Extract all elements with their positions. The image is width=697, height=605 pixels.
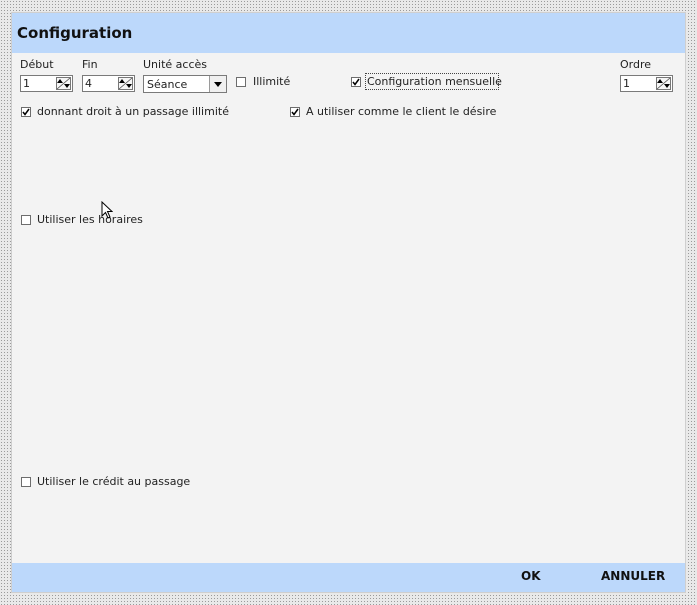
utiliser-horaires-label: Utiliser les horaires <box>37 213 143 226</box>
configuration-dialog: Configuration Début 1 Fin 4 Unité accès … <box>11 12 686 593</box>
ordre-spin-button[interactable] <box>656 77 671 90</box>
checkmark-icon <box>291 108 299 116</box>
utiliser-horaires-checkbox[interactable] <box>21 215 31 225</box>
utiliser-credit-checkbox[interactable] <box>21 477 31 487</box>
dialog-title: Configuration <box>17 24 133 42</box>
ordre-spinner[interactable]: 1 <box>620 75 673 92</box>
illimite-checkbox[interactable] <box>236 77 246 87</box>
utiliser-client-checkbox[interactable] <box>290 107 300 117</box>
ordre-label: Ordre <box>620 58 652 71</box>
debut-spinner[interactable]: 1 <box>20 75 73 92</box>
utiliser-client-label: A utiliser comme le client le désire <box>306 105 497 118</box>
unite-acces-label: Unité accès <box>143 58 207 71</box>
debut-spin-button[interactable] <box>56 77 71 90</box>
illimite-label: Illimité <box>253 75 291 88</box>
title-bar: Configuration <box>12 13 685 53</box>
chevron-down-icon[interactable] <box>209 76 226 92</box>
passage-illimite-checkbox[interactable] <box>21 107 31 117</box>
debut-label: Début <box>20 58 54 71</box>
ordre-value: 1 <box>623 77 630 90</box>
cancel-button[interactable]: ANNULER <box>601 569 665 583</box>
fin-label: Fin <box>82 58 98 71</box>
footer-bar: OK ANNULER <box>12 563 685 592</box>
fin-value: 4 <box>85 77 92 90</box>
ok-button[interactable]: OK <box>521 569 541 583</box>
fin-spin-button[interactable] <box>118 77 133 90</box>
utiliser-credit-label: Utiliser le crédit au passage <box>37 475 191 488</box>
checkmark-icon <box>352 78 360 86</box>
debut-value: 1 <box>23 77 30 90</box>
passage-illimite-label: donnant droit à un passage illimité <box>37 105 229 118</box>
checkmark-icon <box>22 108 30 116</box>
unite-acces-value: Séance <box>147 78 188 91</box>
unite-acces-select[interactable]: Séance <box>143 75 227 93</box>
mouse-cursor-icon <box>101 200 114 222</box>
config-mensuelle-checkbox[interactable] <box>351 77 361 87</box>
fin-spinner[interactable]: 4 <box>82 75 135 92</box>
config-mensuelle-label: Configuration mensuelle <box>367 75 502 88</box>
